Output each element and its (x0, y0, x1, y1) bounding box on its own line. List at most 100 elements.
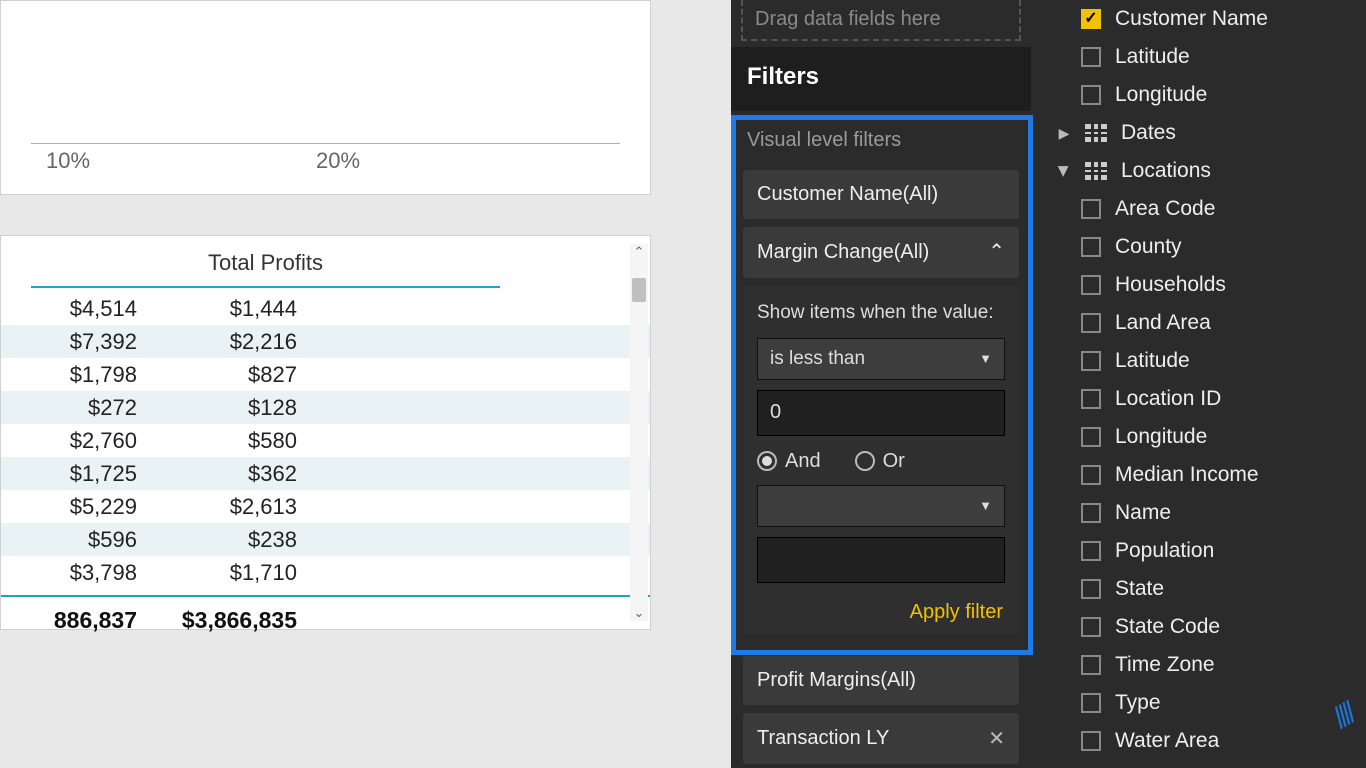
field-label: Longitude (1115, 83, 1207, 107)
filter-body-margin-change: Show items when the value: is less than … (743, 286, 1019, 634)
field-item[interactable]: State (1031, 570, 1366, 608)
field-label: County (1115, 235, 1182, 259)
field-item[interactable]: State Code (1031, 608, 1366, 646)
field-item[interactable]: Area Code (1031, 190, 1366, 228)
table-cell: $4,514 (1, 296, 161, 322)
fields-table-locations[interactable]: ▶ Locations (1031, 152, 1366, 190)
field-label: Latitude (1115, 349, 1190, 373)
checkbox-icon[interactable] (1081, 503, 1101, 523)
table-row[interactable]: $5,229$2,613 (1, 490, 650, 523)
filter-card-customer-name[interactable]: Customer Name(All) (743, 170, 1019, 219)
table-row[interactable]: $7,392$2,216 (1, 325, 650, 358)
field-item[interactable]: Households (1031, 266, 1366, 304)
table-cell: $2,760 (1, 428, 161, 454)
field-label: Name (1115, 501, 1171, 525)
table-row[interactable]: $1,725$362 (1, 457, 650, 490)
checkbox-icon[interactable] (1081, 351, 1101, 371)
radio-unchecked-icon (855, 451, 875, 471)
report-canvas: 10% 20% Total Profits $4,514$1,444$7,392… (0, 0, 731, 768)
filter-value-2-input[interactable] (757, 537, 1005, 583)
scroll-thumb[interactable] (632, 278, 646, 302)
filter-card-transaction-ly[interactable]: Transaction LY ✕ (743, 713, 1019, 764)
table-cell: $128 (161, 395, 321, 421)
logic-or-radio[interactable]: Or (855, 450, 905, 473)
checkbox-icon[interactable] (1081, 655, 1101, 675)
checkbox-icon[interactable] (1081, 275, 1101, 295)
radio-checked-icon (757, 451, 777, 471)
field-label: State (1115, 577, 1164, 601)
field-label: Location ID (1115, 387, 1221, 411)
scroll-up-icon[interactable]: ⌃ (630, 244, 648, 260)
chevron-down-icon: ▼ (979, 498, 992, 513)
field-label: Water Area (1115, 729, 1219, 753)
field-label: Households (1115, 273, 1226, 297)
checkbox-icon[interactable] (1081, 313, 1101, 333)
scroll-down-icon[interactable]: ⌄ (630, 605, 648, 621)
table-row[interactable]: $4,514$1,444 (1, 292, 650, 325)
apply-filter-button[interactable]: Apply filter (757, 597, 1005, 624)
table-total-row: 886,837 $3,866,835 (1, 595, 650, 634)
checkbox-checked-icon[interactable] (1081, 9, 1101, 29)
checkbox-icon[interactable] (1081, 199, 1101, 219)
select-value: is less than (770, 348, 865, 370)
axis-tick: 20% (316, 148, 360, 174)
field-item[interactable]: County (1031, 228, 1366, 266)
filter-condition-2-select[interactable]: ▼ (757, 485, 1005, 527)
checkbox-icon[interactable] (1081, 465, 1101, 485)
field-item[interactable]: Latitude (1031, 342, 1366, 380)
checkbox-icon[interactable] (1081, 427, 1101, 447)
checkbox-icon[interactable] (1081, 85, 1101, 105)
checkbox-icon[interactable] (1081, 389, 1101, 409)
checkbox-icon[interactable] (1081, 579, 1101, 599)
table-row[interactable]: $2,760$580 (1, 424, 650, 457)
field-item[interactable]: Median Income (1031, 456, 1366, 494)
axis-tick: 10% (46, 148, 90, 174)
field-table-label: Locations (1121, 159, 1211, 183)
field-label: Customer Name (1115, 7, 1268, 31)
checkbox-icon[interactable] (1081, 731, 1101, 751)
field-item[interactable]: Longitude (1031, 418, 1366, 456)
table-cell: $1,725 (1, 461, 161, 487)
filter-card-label: Customer Name(All) (757, 183, 938, 206)
checkbox-icon[interactable] (1081, 541, 1101, 561)
field-item[interactable]: Location ID (1031, 380, 1366, 418)
table-cell: $5,229 (1, 494, 161, 520)
scrollbar[interactable]: ⌃ ⌄ (630, 244, 648, 621)
table-row[interactable]: $3,798$1,710 (1, 556, 650, 589)
filters-header: Filters (731, 47, 1031, 111)
checkbox-icon[interactable] (1081, 237, 1101, 257)
table-row[interactable]: $1,798$827 (1, 358, 650, 391)
field-item[interactable]: Water Area (1031, 722, 1366, 760)
table-icon (1085, 162, 1107, 180)
field-label: Population (1115, 539, 1214, 563)
checkbox-icon[interactable] (1081, 47, 1101, 67)
chart-visual[interactable]: 10% 20% (0, 0, 651, 195)
field-item[interactable]: Population (1031, 532, 1366, 570)
field-item[interactable]: Customer Name (1031, 0, 1366, 38)
field-label: Land Area (1115, 311, 1211, 335)
table-visual[interactable]: Total Profits $4,514$1,444$7,392$2,216$1… (0, 235, 651, 630)
filter-card-margin-change[interactable]: Margin Change(All) ⌃ (743, 227, 1019, 278)
field-item[interactable]: Time Zone (1031, 646, 1366, 684)
checkbox-icon[interactable] (1081, 617, 1101, 637)
field-item[interactable]: Type (1031, 684, 1366, 722)
table-row[interactable]: $272$128 (1, 391, 650, 424)
field-label: Latitude (1115, 45, 1190, 69)
checkbox-icon[interactable] (1081, 693, 1101, 713)
filter-value-1-input[interactable] (757, 390, 1005, 436)
field-item[interactable]: Longitude (1031, 76, 1366, 114)
visualizations-pane: Drag data fields here Filters Visual lev… (731, 0, 1031, 768)
field-label: Median Income (1115, 463, 1259, 487)
table-cell: $3,798 (1, 560, 161, 586)
table-row[interactable]: $596$238 (1, 523, 650, 556)
filter-card-profit-margins[interactable]: Profit Margins(All) (743, 656, 1019, 705)
table-cell: $1,710 (161, 560, 321, 586)
logic-and-radio[interactable]: And (757, 450, 821, 473)
field-item[interactable]: Latitude (1031, 38, 1366, 76)
fields-table-dates[interactable]: ▶ Dates (1031, 114, 1366, 152)
filter-condition-1-select[interactable]: is less than ▼ (757, 338, 1005, 380)
field-item[interactable]: Land Area (1031, 304, 1366, 342)
field-item[interactable]: Name (1031, 494, 1366, 532)
drag-field-well[interactable]: Drag data fields here (741, 0, 1021, 41)
close-icon[interactable]: ✕ (988, 726, 1005, 751)
